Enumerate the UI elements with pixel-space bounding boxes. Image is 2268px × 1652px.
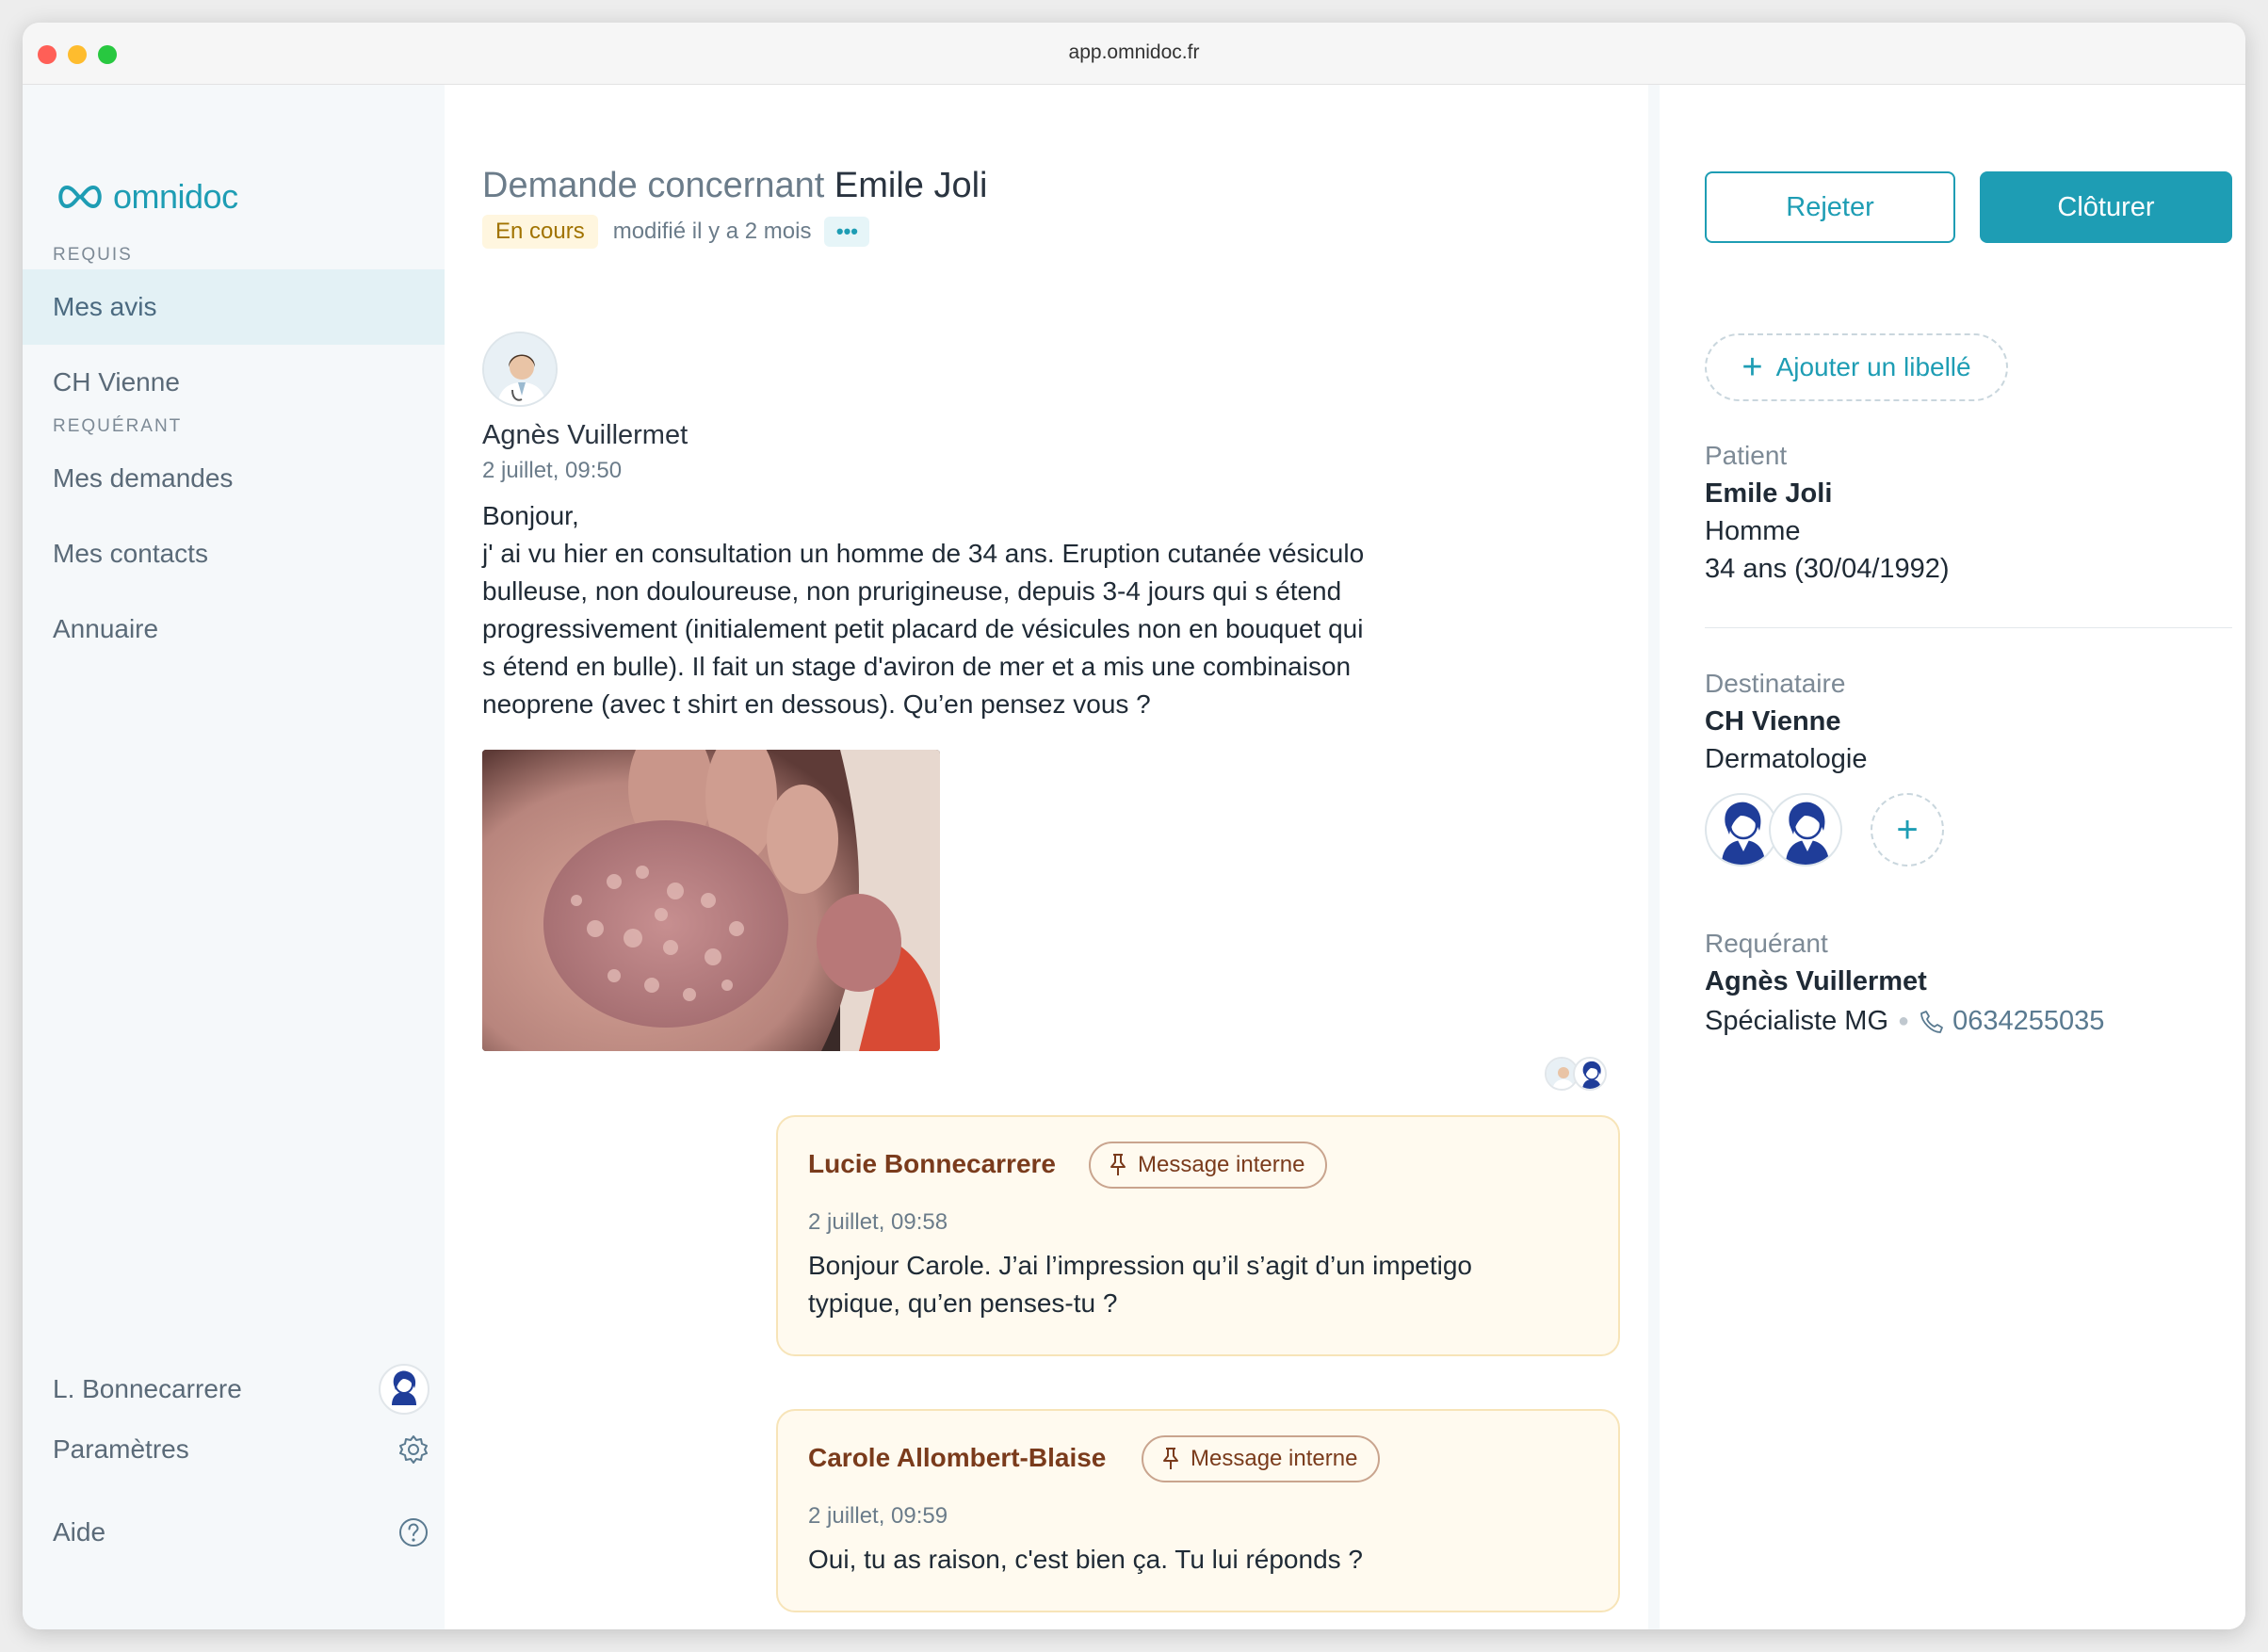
url-display[interactable]: app.omnidoc.fr: [23, 41, 2245, 64]
section-requis-label: REQUIS: [53, 245, 133, 265]
seen-by-avatars: [1545, 1057, 1607, 1091]
card-text-line: Oui, tu as raison, c'est bien ça. Tu lui…: [808, 1545, 1363, 1574]
patient-sex: Homme: [1705, 516, 1801, 546]
card-text: Bonjour Carole. J’ai l’impression qu’il …: [808, 1247, 1580, 1322]
panel-divider: [1648, 85, 1660, 1629]
requester-details: Spécialiste MG ● 0634255035: [1705, 1006, 2104, 1037]
recipient-department: Dermatologie: [1705, 744, 1868, 774]
seen-avatar: [1573, 1057, 1607, 1091]
brand-name: omnidoc: [113, 177, 238, 216]
modified-time: modifié il y a 2 mois: [612, 219, 812, 244]
internal-message-tag: Message interne: [1142, 1435, 1381, 1482]
internal-message-tag: Message interne: [1089, 1142, 1328, 1189]
message-greeting: Bonjour,: [482, 501, 579, 530]
more-options-button[interactable]: •••: [824, 217, 870, 247]
plus-icon: +: [1896, 808, 1919, 850]
request-title-prefix: Demande concernant: [482, 166, 825, 205]
sidebar-item-label: Mes demandes: [53, 463, 234, 493]
phone-icon: [1920, 1010, 1944, 1033]
user-avatar: [379, 1364, 429, 1415]
card-date: 2 juillet, 09:59: [808, 1503, 948, 1529]
requester-name: Agnès Vuillermet: [1705, 966, 1927, 996]
doctor-illustration-icon: [1786, 802, 1829, 865]
add-team-member-button[interactable]: +: [1871, 793, 1944, 866]
doctor-photo-icon: [484, 333, 556, 405]
pin-icon: [1110, 1154, 1126, 1175]
plus-icon: +: [1742, 347, 1763, 387]
doctor-illustration-icon: [1722, 802, 1765, 865]
message-line: j' ai vu hier en consultation un homme d…: [482, 539, 1365, 568]
pin-icon: [1163, 1448, 1178, 1469]
request-meta: En cours modifié il y a 2 mois •••: [482, 215, 870, 249]
sidebar-item-annuaire[interactable]: Annuaire: [23, 591, 445, 667]
message-body: Bonjour, j' ai vu hier en consultation u…: [482, 497, 1434, 723]
patient-name: Emile Joli: [1705, 478, 1833, 509]
user-profile-item[interactable]: L. Bonnecarrere: [23, 1356, 445, 1422]
add-label-button[interactable]: + Ajouter un libellé: [1705, 333, 2008, 401]
message-line: s étend en bulle). Il fait un stage d'av…: [482, 652, 1352, 681]
help-circle-icon: [399, 1518, 428, 1547]
message-line: bulleuse, non douloureuse, non prurigine…: [482, 576, 1342, 606]
sidebar-item-ch-vienne[interactable]: CH Vienne: [23, 345, 445, 420]
separator-dot: ●: [1898, 1011, 1910, 1031]
sidebar-item-label: Annuaire: [53, 614, 159, 643]
patient-age: 34 ans (30/04/1992): [1705, 554, 1950, 584]
sidebar: omnidoc REQUIS Mes avis CH Vienne REQUÉR…: [23, 85, 445, 1629]
omnidoc-logo[interactable]: omnidoc: [55, 177, 238, 217]
request-patient-name: Emile Joli: [834, 166, 988, 205]
card-date: 2 juillet, 09:58: [808, 1209, 948, 1235]
team-member-avatar[interactable]: [1705, 793, 1778, 866]
omnidoc-logo-icon: [58, 185, 102, 209]
close-request-button[interactable]: Clôturer: [1980, 171, 2232, 243]
internal-message-card: Lucie Bonnecarrere Message interne 2 jui…: [776, 1115, 1620, 1356]
card-author: Lucie Bonnecarrere: [808, 1149, 1056, 1178]
internal-message-card: Carole Allombert-Blaise Message interne …: [776, 1409, 1620, 1612]
conversation-panel: Demande concernant Emile Joli En cours m…: [445, 85, 1660, 1629]
sidebar-item-label: CH Vienne: [53, 367, 180, 397]
internal-message-tag-label: Message interne: [1191, 1446, 1358, 1471]
message-line: progressivement (initialement petit plac…: [482, 614, 1364, 643]
recipient-label: Destinataire: [1705, 669, 1846, 698]
requester-role: Spécialiste MG: [1705, 1006, 1889, 1036]
add-label-text: Ajouter un libellé: [1775, 352, 1971, 381]
reject-button[interactable]: Rejeter: [1705, 171, 1955, 243]
card-author: Carole Allombert-Blaise: [808, 1443, 1107, 1472]
title-bar: app.omnidoc.fr: [23, 23, 2245, 85]
sidebar-item-label: Mes avis: [53, 292, 157, 321]
author-avatar: [482, 332, 558, 407]
sidebar-item-label: Mes contacts: [53, 539, 208, 568]
sidebar-item-mes-contacts[interactable]: Mes contacts: [23, 516, 445, 591]
help-label: Aide: [53, 1517, 106, 1547]
status-badge: En cours: [482, 215, 598, 249]
recipient-team: +: [1705, 793, 1944, 866]
attached-photo[interactable]: [482, 750, 940, 1051]
card-text: Oui, tu as raison, c'est bien ça. Tu lui…: [808, 1541, 1580, 1579]
divider: [1705, 627, 2232, 628]
message-date: 2 juillet, 09:50: [482, 458, 623, 483]
settings-label: Paramètres: [53, 1434, 189, 1464]
team-member-avatar[interactable]: [1769, 793, 1842, 866]
sidebar-item-mes-demandes[interactable]: Mes demandes: [23, 441, 445, 516]
requester-label: Requérant: [1705, 929, 1828, 958]
settings-item[interactable]: Paramètres: [23, 1417, 445, 1482]
card-text-line: typique, qu’en penses-tu ?: [808, 1288, 1118, 1318]
doctor-illustration-icon: [1582, 1061, 1601, 1089]
card-text-line: Bonjour Carole. J’ai l’impression qu’il …: [808, 1251, 1473, 1280]
patient-label: Patient: [1705, 441, 1788, 470]
gear-icon: [399, 1435, 428, 1464]
message-line: neoprene (avec t shirt en dessous). Qu’e…: [482, 689, 1151, 719]
request-title: Demande concernant Emile Joli: [482, 166, 988, 206]
details-panel: Rejeter Clôturer + Ajouter un libellé Pa…: [1660, 85, 2245, 1629]
doctor-illustration-icon: [392, 1370, 416, 1405]
browser-window: app.omnidoc.fr omnidoc REQUIS Mes avis C…: [23, 23, 2245, 1629]
section-requerant-label: REQUÉRANT: [53, 416, 183, 436]
help-item[interactable]: Aide: [23, 1499, 445, 1565]
user-name: L. Bonnecarrere: [53, 1374, 242, 1403]
requester-phone[interactable]: 0634255035: [1952, 1006, 2104, 1037]
recipient-name: CH Vienne: [1705, 706, 1841, 737]
internal-message-tag-label: Message interne: [1138, 1152, 1305, 1177]
sidebar-item-mes-avis[interactable]: Mes avis: [23, 269, 445, 345]
skin-lesion-photo: [482, 750, 940, 1051]
message-author: Agnès Vuillermet: [482, 420, 688, 450]
